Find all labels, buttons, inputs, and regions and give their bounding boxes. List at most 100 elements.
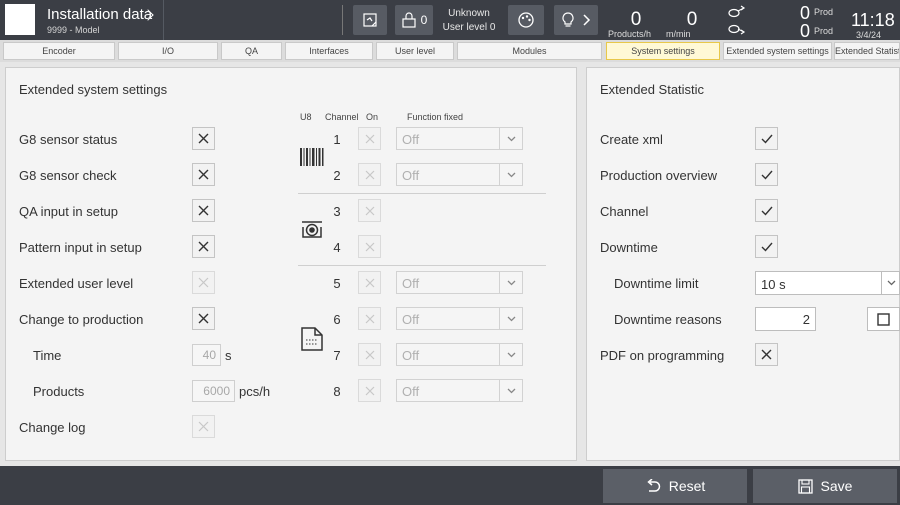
group-divider [298, 265, 546, 266]
user-level: User level 0 [442, 22, 496, 33]
products-rate: 0 Products/h [608, 9, 652, 39]
channel-on-checkbox[interactable] [358, 199, 381, 222]
g8-sensor-status-checkbox[interactable] [192, 127, 215, 150]
function-fixed-header: Function fixed [407, 112, 464, 122]
function-dropdown[interactable]: Off [396, 343, 523, 366]
tab-modules[interactable]: Modules [457, 42, 602, 60]
channel-number: 2 [333, 168, 341, 183]
downtime-limit-label: Downtime limit [614, 276, 699, 291]
function-dropdown[interactable]: Off [396, 127, 523, 150]
function-dropdown[interactable]: Off [396, 271, 523, 294]
extended-user-level-label: Extended user level [19, 276, 134, 291]
panel-title: Extended system settings [19, 82, 168, 97]
chevron-down-icon [499, 272, 522, 293]
channel-on-checkbox[interactable] [358, 343, 381, 366]
user-info[interactable]: Unknown User level 0 [440, 7, 498, 35]
create-xml-checkbox[interactable] [755, 127, 778, 150]
document-icon [301, 327, 323, 351]
tab-user-level[interactable]: User level [376, 42, 454, 60]
notes-button[interactable] [353, 5, 387, 35]
qa-input-in-setup-checkbox[interactable] [192, 199, 215, 222]
chevron-down-icon [499, 164, 522, 185]
square-icon [877, 312, 890, 326]
model-subtitle: 9999 - Model [47, 25, 100, 35]
x-icon [198, 133, 209, 144]
speed: 0 m/min [666, 9, 698, 39]
downtime-limit-select[interactable]: 10 s [755, 271, 900, 295]
logo [5, 4, 35, 35]
function-dropdown[interactable]: Off [396, 163, 523, 186]
tab-extended-system-settings[interactable]: Extended system settings [723, 42, 832, 60]
tab-bar: Encoder I/O QA Interfaces User level Mod… [0, 40, 900, 62]
function-dropdown[interactable]: Off [396, 307, 523, 330]
lock-count: 0 [420, 13, 428, 27]
channel-number: 6 [333, 312, 341, 327]
downtime-reasons-input[interactable]: 2 [755, 307, 816, 331]
settings-button[interactable] [508, 5, 544, 35]
chevron-down-icon [499, 380, 522, 401]
products-input[interactable]: 6000 [192, 380, 235, 402]
x-icon [198, 421, 209, 432]
change-to-production-checkbox[interactable] [192, 307, 215, 330]
pattern-input-in-setup-label: Pattern input in setup [19, 240, 142, 255]
time-label: Time [33, 348, 62, 363]
create-xml-label: Create xml [600, 132, 663, 147]
channel-number: 8 [333, 384, 341, 399]
lightbulb-icon [562, 12, 574, 27]
qa-input-in-setup-label: QA input in setup [19, 204, 119, 219]
page-title[interactable]: Installation data [47, 6, 152, 23]
channel-header: Channel [325, 112, 359, 122]
extended-user-level-checkbox[interactable] [192, 271, 215, 294]
x-icon [198, 241, 209, 252]
g8-sensor-check-checkbox[interactable] [192, 163, 215, 186]
products-unit: pcs/h [239, 384, 271, 399]
channel-checkbox[interactable] [755, 199, 778, 222]
chevron-down-icon [881, 272, 900, 294]
channel-on-checkbox[interactable] [358, 235, 381, 258]
camera-icon [302, 221, 322, 238]
channel-number: 3 [333, 204, 341, 219]
production-overview-label: Production overview [600, 168, 718, 183]
lock-button[interactable]: 0 [395, 5, 433, 35]
x-icon [198, 277, 209, 288]
note-icon [363, 13, 377, 27]
channel-number: 1 [333, 132, 341, 147]
chevron-down-icon [499, 344, 522, 365]
change-log-checkbox[interactable] [192, 415, 215, 438]
downtime-checkbox[interactable] [755, 235, 778, 258]
downtime-reasons-edit-button[interactable] [867, 307, 900, 331]
channel-on-checkbox[interactable] [358, 271, 381, 294]
downtime-reasons-label: Downtime reasons [614, 312, 722, 327]
time-input[interactable]: 40 [192, 344, 221, 366]
channel-on-checkbox[interactable] [358, 307, 381, 330]
x-icon [365, 134, 374, 143]
x-icon [365, 206, 374, 215]
channel-on-checkbox[interactable] [358, 127, 381, 150]
save-icon [797, 478, 813, 494]
pdf-on-programming-checkbox[interactable] [755, 343, 778, 366]
tab-extended-statistic[interactable]: Extended Statistic [834, 42, 900, 60]
pattern-input-in-setup-checkbox[interactable] [192, 235, 215, 258]
light-button[interactable] [554, 5, 598, 35]
chevron-down-icon [499, 308, 522, 329]
channel-number: 5 [333, 276, 341, 291]
save-button[interactable]: Save [753, 469, 897, 503]
reset-label: Reset [668, 478, 706, 494]
prod-count-in: 0 [800, 3, 811, 23]
g8-sensor-check-label: G8 sensor check [19, 168, 117, 183]
tab-interfaces[interactable]: Interfaces [285, 42, 373, 60]
x-icon [365, 386, 374, 395]
products-label: Products [33, 384, 85, 399]
x-icon [198, 205, 209, 216]
reset-button[interactable]: Reset [603, 469, 747, 503]
production-overview-checkbox[interactable] [755, 163, 778, 186]
tab-io[interactable]: I/O [118, 42, 218, 60]
tab-system-settings[interactable]: System settings [606, 42, 720, 60]
tab-qa[interactable]: QA [221, 42, 282, 60]
channel-on-checkbox[interactable] [358, 163, 381, 186]
x-icon [761, 349, 772, 360]
tab-encoder[interactable]: Encoder [3, 42, 115, 60]
x-icon [365, 350, 374, 359]
channel-on-checkbox[interactable] [358, 379, 381, 402]
function-dropdown[interactable]: Off [396, 379, 523, 402]
